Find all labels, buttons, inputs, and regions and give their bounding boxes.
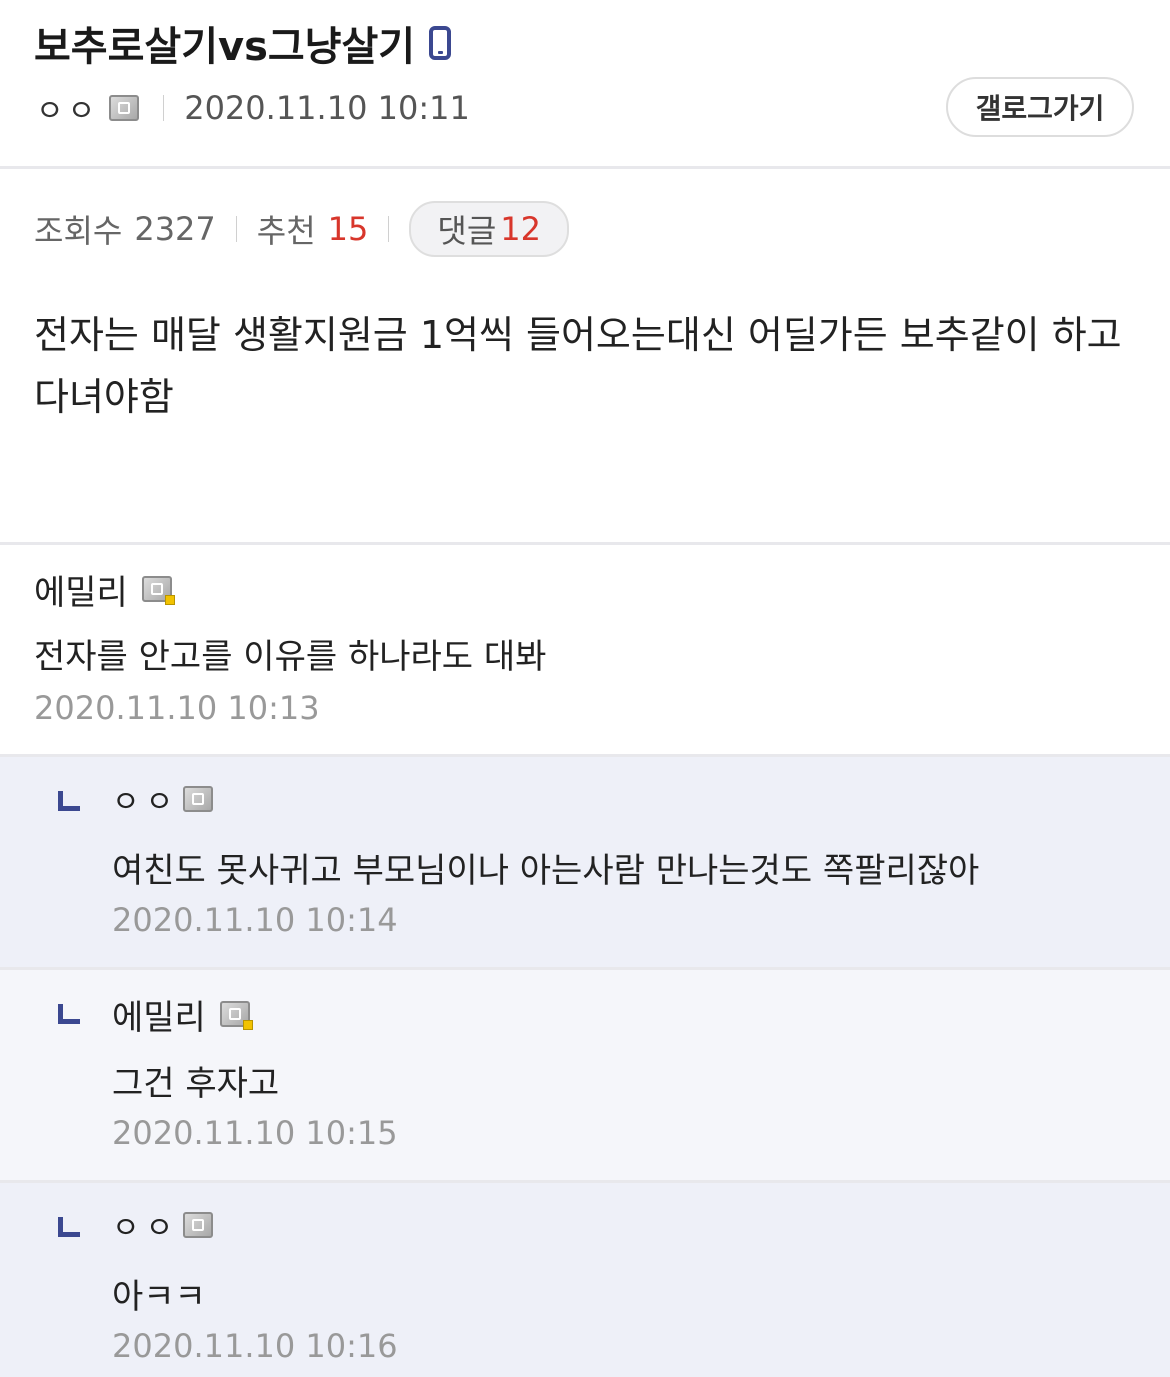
reply-item: ㅇㅇ 여친도 못사귀고 부모님이나 아는사람 만나는것도 쪽팔리잖아 2020.…: [0, 757, 1170, 967]
post-page: 보추로살기vs그냥살기 ㅇㅇ 2020.11.10 10:11 갤로그가기 조회…: [0, 0, 1170, 1377]
recommend-label: 추천: [256, 212, 316, 250]
recommend-count: 15: [327, 210, 369, 248]
comment-text: 아ㅋㅋ: [112, 1277, 206, 1317]
comments-count: 12: [500, 210, 541, 248]
comment-author-row: 에밀리: [34, 565, 175, 614]
mobile-icon: [429, 26, 452, 60]
comment-author[interactable]: ㅇㅇ: [112, 777, 179, 821]
comment-count-button[interactable]: 댓글 12: [409, 201, 569, 257]
comment-author[interactable]: 에밀리: [112, 990, 206, 1039]
user-badge-icon: [183, 786, 214, 812]
user-badge-icon: [219, 1001, 253, 1030]
comment-date: 2020.11.10 10:16: [112, 1327, 398, 1365]
header-divider: [0, 166, 1170, 169]
comment-author[interactable]: ㅇㅇ: [112, 1203, 179, 1247]
comment-author[interactable]: 에밀리: [34, 565, 128, 614]
post-header: 보추로살기vs그냥살기 ㅇㅇ 2020.11.10 10:11 갤로그가기: [0, 0, 1170, 167]
post-title: 보추로살기vs그냥살기: [34, 24, 416, 70]
comment-text: 그건 후자고: [112, 1064, 280, 1104]
reply-item: ㅇㅇ 아ㅋㅋ 2020.11.10 10:16: [0, 1183, 1170, 1377]
reply-arrow-icon: [58, 1217, 80, 1237]
reply-item: 에밀리 그건 후자고 2020.11.10 10:15: [0, 970, 1170, 1180]
post-title-row: 보추로살기vs그냥살기: [34, 14, 452, 72]
user-badge-icon: [141, 576, 175, 605]
comment-date: 2020.11.10 10:15: [112, 1114, 398, 1152]
user-badge-icon: [183, 1212, 214, 1238]
post-stats: 조회수 2327 추천 15 댓글 12: [34, 201, 569, 257]
comment-text: 여친도 못사귀고 부모님이나 아는사람 만나는것도 쪽팔리잖아: [112, 851, 980, 891]
comment-date: 2020.11.10 10:14: [112, 901, 398, 939]
comment-author-row: ㅇㅇ: [112, 1201, 214, 1249]
comment-text: 전자를 안고를 이유를 하나라도 대봐: [34, 637, 547, 677]
stats-separator: [388, 216, 390, 242]
post-body: 전자는 매달 생활지원금 1억씩 들어오는대신 어딜가든 보추같이 하고다녀야함: [34, 313, 1122, 419]
post-date: 2020.11.10 10:11: [184, 89, 470, 127]
comment-author-row: 에밀리: [112, 990, 253, 1039]
comment-author-row: ㅇㅇ: [112, 775, 214, 823]
comment-date: 2020.11.10 10:13: [34, 689, 320, 727]
post-author[interactable]: ㅇㅇ: [36, 86, 99, 130]
comment-item: 에밀리 전자를 안고를 이유를 하나라도 대봐 2020.11.10 10:13: [0, 545, 1170, 754]
reply-arrow-icon: [58, 1004, 80, 1024]
reply-arrow-icon: [58, 791, 80, 811]
views-label: 조회수: [34, 212, 123, 250]
post-meta: ㅇㅇ 2020.11.10 10:11: [36, 86, 470, 130]
user-badge-icon: [109, 95, 140, 121]
comments-label: 댓글: [437, 212, 497, 250]
views-count: 2327: [134, 210, 216, 248]
meta-separator: [163, 95, 165, 121]
gallog-button[interactable]: 갤로그가기: [946, 77, 1134, 137]
stats-separator: [235, 216, 237, 242]
